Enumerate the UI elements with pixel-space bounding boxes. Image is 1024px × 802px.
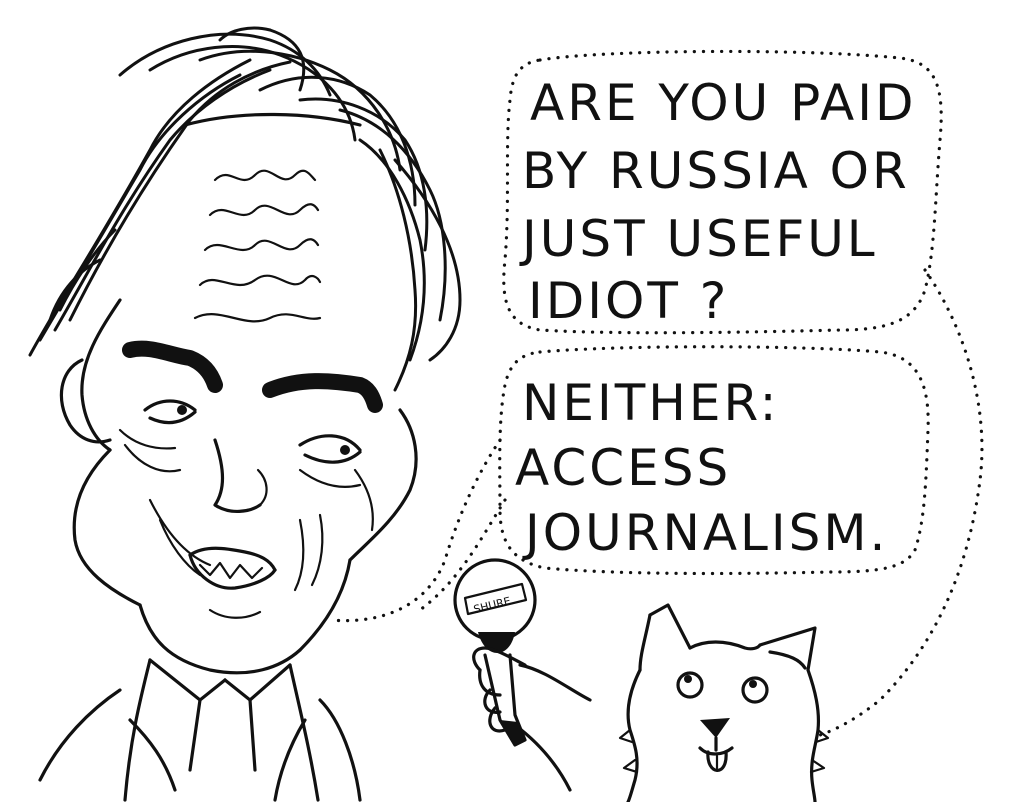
question-line-4: IDIOT ? bbox=[528, 272, 729, 330]
question-line-1: ARE YOU PAID bbox=[530, 74, 917, 132]
question-text: ARE YOU PAID BY RUSSIA OR JUST USEFUL ID… bbox=[519, 74, 917, 330]
cat-nose bbox=[700, 718, 730, 738]
answer-line-1: NEITHER: bbox=[522, 374, 780, 432]
answer-line-3: JOURNALISM. bbox=[522, 504, 888, 562]
answer-text: NEITHER: ACCESS JOURNALISM. bbox=[515, 374, 888, 562]
question-line-2: BY RUSSIA OR bbox=[522, 142, 910, 200]
microphone-brand-label: SHURE bbox=[472, 594, 512, 616]
cartoon-canvas: ARE YOU PAID BY RUSSIA OR JUST USEFUL ID… bbox=[0, 0, 1024, 802]
cartoon-illustration: ARE YOU PAID BY RUSSIA OR JUST USEFUL ID… bbox=[28, 26, 984, 802]
man-head bbox=[59, 112, 418, 675]
answer-line-2: ACCESS bbox=[515, 439, 731, 497]
man-hair bbox=[28, 26, 462, 392]
cat bbox=[618, 603, 830, 802]
microphone: SHURE bbox=[453, 558, 537, 747]
hand bbox=[472, 646, 592, 792]
question-line-3: JUST USEFUL bbox=[519, 210, 878, 268]
man-collar bbox=[38, 658, 362, 802]
